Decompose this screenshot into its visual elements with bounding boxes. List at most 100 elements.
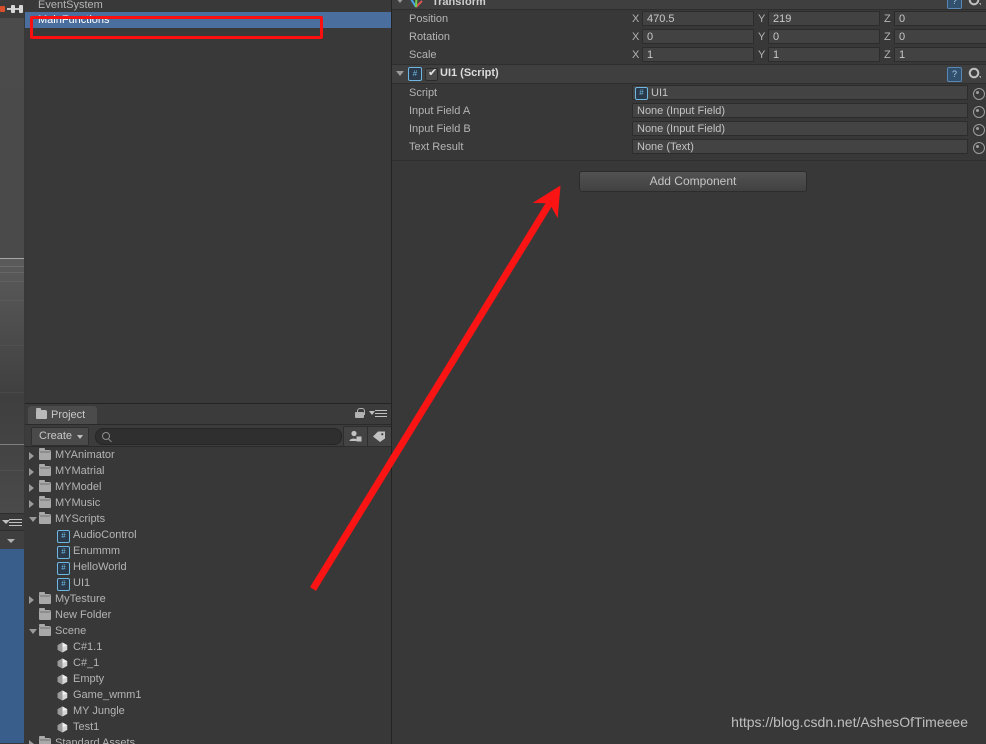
- ui1-script-properties: Script # UI1 Input Field A None (Input Field…: [392, 84, 986, 156]
- create-button[interactable]: Create: [31, 427, 90, 446]
- project-tree-item[interactable]: MyTesture: [25, 591, 391, 607]
- project-tree-item[interactable]: C#_1: [25, 655, 391, 671]
- hierarchy-panel[interactable]: EventSystem MainFunctions: [25, 0, 392, 403]
- component-header-transform[interactable]: Transform ?: [392, 0, 986, 10]
- project-tree-item[interactable]: MYMatrial: [25, 463, 391, 479]
- project-tree-item[interactable]: MY Jungle: [25, 703, 391, 719]
- rotation-y-field[interactable]: 0: [768, 29, 880, 44]
- project-tree-item[interactable]: # UI1: [25, 575, 391, 591]
- project-tree-item[interactable]: # AudioControl: [25, 527, 391, 543]
- folder-icon: [39, 512, 51, 524]
- project-tabbar: Project: [25, 404, 391, 425]
- property-label: Position: [409, 13, 449, 25]
- tab-project[interactable]: Project: [28, 406, 98, 424]
- project-tree-item-label: AudioControl: [73, 529, 137, 541]
- object-picker-icon[interactable]: [973, 124, 985, 136]
- scale-x-field[interactable]: 1: [642, 47, 754, 62]
- triangle-right-icon[interactable]: [29, 484, 34, 492]
- position-x-field[interactable]: 470.5: [642, 11, 754, 26]
- project-tree-item-label: MYAnimator: [55, 449, 115, 461]
- triangle-right-icon[interactable]: [29, 740, 34, 744]
- text-result-field[interactable]: None (Text): [632, 139, 968, 154]
- rotation-z-field[interactable]: 0: [894, 29, 986, 44]
- script-row-input-field-a: Input Field A None (Input Field): [392, 102, 986, 120]
- hierarchy-item-eventsystem[interactable]: EventSystem: [25, 0, 391, 12]
- folder-icon: [36, 408, 47, 419]
- project-tree-item[interactable]: New Folder: [25, 607, 391, 623]
- input-field-b-field[interactable]: None (Input Field): [632, 121, 968, 136]
- triangle-right-icon[interactable]: [29, 468, 34, 476]
- scene-streak: [0, 300, 24, 301]
- input-field-a-field[interactable]: None (Input Field): [632, 103, 968, 118]
- position-y-field[interactable]: 219: [768, 11, 880, 26]
- csharp-script-icon: #: [57, 578, 70, 591]
- position-z-field[interactable]: 0: [894, 11, 986, 26]
- object-picker-icon[interactable]: [973, 142, 985, 154]
- label-tag-filter-icon[interactable]: [367, 426, 391, 447]
- project-tree-item[interactable]: MYScripts: [25, 511, 391, 527]
- axis-label-x: X: [632, 31, 640, 43]
- triangle-right-icon[interactable]: [29, 596, 34, 604]
- strip-panel-tabbar[interactable]: [0, 513, 24, 531]
- lock-icon[interactable]: [355, 408, 365, 418]
- project-tree-item[interactable]: # Enummm: [25, 543, 391, 559]
- scene-gizmo-knob: [19, 5, 23, 13]
- gear-icon[interactable]: [968, 67, 981, 80]
- transform-row-scale: Scale X 1 Y 1 Z 1: [392, 46, 986, 64]
- scene-gizmo-toolbar[interactable]: [0, 0, 24, 18]
- triangle-right-icon[interactable]: [29, 500, 34, 508]
- project-asset-tree[interactable]: MYAnimator MYMatrial MYModel MYMusic MYScrip…: [25, 447, 391, 744]
- rotation-x-field[interactable]: 0: [642, 29, 754, 44]
- search-input[interactable]: [95, 428, 342, 445]
- project-tree-item[interactable]: MYAnimator: [25, 447, 391, 463]
- project-tree-item[interactable]: Test1: [25, 719, 391, 735]
- project-tree-item[interactable]: MYModel: [25, 479, 391, 495]
- project-tree-item-label: HelloWorld: [73, 561, 127, 573]
- gear-icon[interactable]: [968, 0, 981, 7]
- triangle-right-icon[interactable]: [29, 452, 34, 460]
- project-tree-item[interactable]: # HelloWorld: [25, 559, 391, 575]
- triangle-down-icon[interactable]: [29, 517, 37, 522]
- project-tree-item[interactable]: MYMusic: [25, 495, 391, 511]
- axis-label-x: X: [632, 49, 640, 61]
- project-tree-item-label: Scene: [55, 625, 87, 637]
- project-tree-item[interactable]: Scene: [25, 623, 391, 639]
- project-tree-item-label: MYScripts: [55, 513, 106, 525]
- asset-type-filter-icon[interactable]: [343, 426, 369, 447]
- project-tree-item-label: MyTesture: [55, 593, 106, 605]
- project-panel[interactable]: Project Create MYAnimator MYMatrial MYMo…: [25, 403, 392, 744]
- help-icon[interactable]: ?: [947, 67, 962, 82]
- project-tree-item-label: Empty: [73, 673, 105, 685]
- scale-z-field[interactable]: 1: [894, 47, 986, 62]
- text-result-value: None (Text): [637, 141, 694, 153]
- project-tree-item[interactable]: C#1.1: [25, 639, 391, 655]
- triangle-down-icon[interactable]: [29, 629, 37, 634]
- hierarchy-item-mainfunctions[interactable]: MainFunctions: [25, 12, 391, 28]
- script-row-text-result: Text Result None (Text): [392, 138, 986, 156]
- add-component-button[interactable]: Add Component: [579, 171, 807, 192]
- chevron-down-icon[interactable]: [7, 539, 15, 543]
- script-field[interactable]: # UI1: [632, 85, 968, 100]
- scene-road-edge: [0, 444, 24, 445]
- project-tree-item[interactable]: Empty: [25, 671, 391, 687]
- help-icon[interactable]: ?: [947, 0, 962, 9]
- project-tree-item[interactable]: Game_wmm1: [25, 687, 391, 703]
- object-picker-icon[interactable]: [973, 88, 985, 100]
- scale-y-field[interactable]: 1: [768, 47, 880, 62]
- hamburger-menu-icon[interactable]: [9, 519, 22, 526]
- triangle-down-icon[interactable]: [396, 71, 404, 76]
- component-enabled-checkbox[interactable]: ✔: [425, 68, 438, 81]
- axis-label-x: X: [632, 13, 640, 25]
- component-header-ui1-script[interactable]: # ✔ UI1 (Script) ?: [392, 65, 986, 84]
- object-picker-icon[interactable]: [973, 106, 985, 118]
- scene-view-strip[interactable]: [0, 0, 24, 513]
- triangle-down-icon[interactable]: [396, 0, 404, 3]
- folder-icon: [39, 624, 51, 636]
- strip-panel-selection[interactable]: [0, 549, 24, 743]
- project-tree-item-label: MYMusic: [55, 497, 101, 509]
- transform-properties: Position X 470.5 Y 219 Z 0 Rotation X 0 Y 0 Z 0 Scale X…: [392, 10, 986, 64]
- strip-panel-toolbar[interactable]: [0, 530, 24, 551]
- axis-label-y: Y: [758, 31, 766, 43]
- hamburger-menu-icon[interactable]: [369, 410, 387, 418]
- inspector-panel[interactable]: Transform ? Position X 470.5 Y 219 Z 0 Rotation…: [392, 0, 986, 743]
